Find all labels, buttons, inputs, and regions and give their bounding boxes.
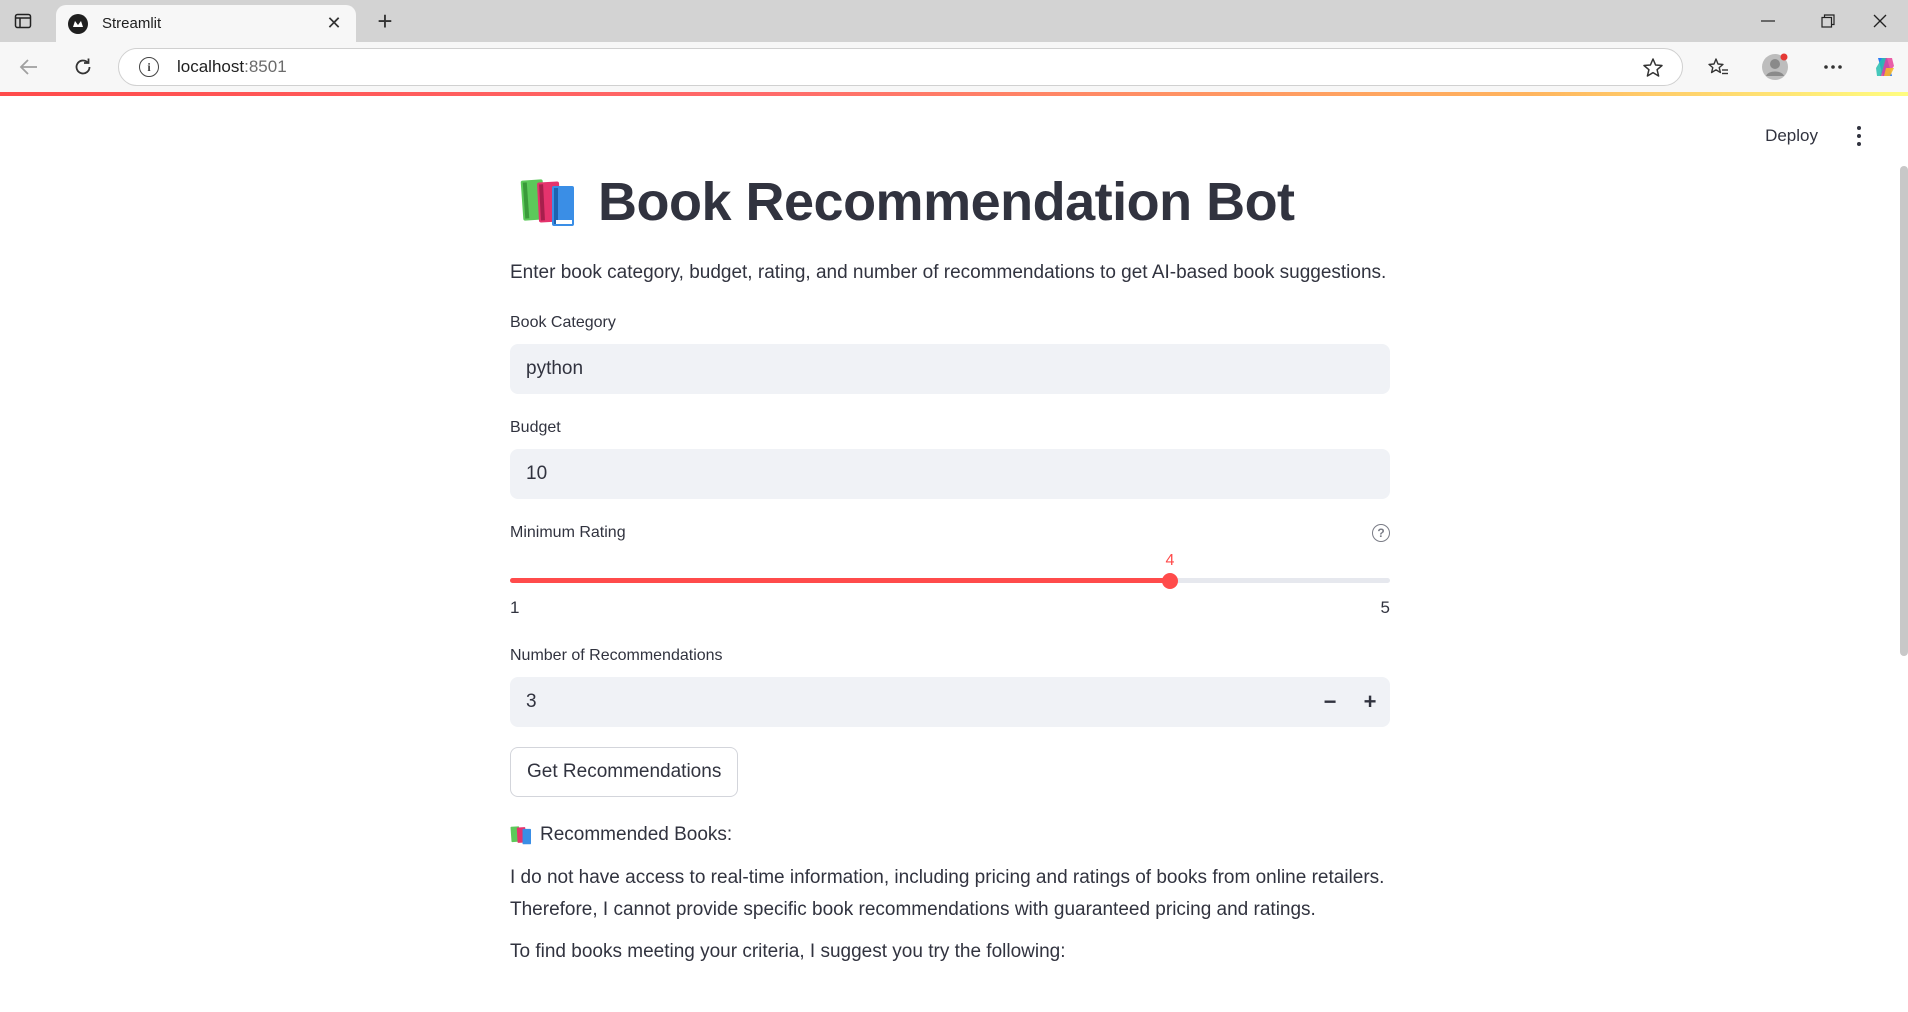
reload-icon[interactable] bbox=[68, 52, 98, 82]
decrement-button[interactable]: − bbox=[1310, 677, 1350, 727]
restore-icon[interactable] bbox=[1800, 6, 1856, 36]
get-recommendations-button[interactable]: Get Recommendations bbox=[510, 747, 739, 797]
page-title: Book Recommendation Bot bbox=[520, 171, 1295, 233]
count-label: Number of Recommendations bbox=[510, 647, 723, 664]
app-page: Deploy Book Recommendation Bot Enter boo… bbox=[0, 96, 1908, 1012]
copilot-icon[interactable] bbox=[1870, 52, 1900, 82]
address-toolbar: i localhost:8501 bbox=[0, 42, 1908, 92]
tab-strip: Streamlit ✕ + bbox=[0, 0, 1908, 42]
favorites-icon[interactable] bbox=[1703, 52, 1733, 82]
url-bar[interactable]: i localhost:8501 bbox=[118, 48, 1683, 86]
recommended-heading-text: Recommended Books: bbox=[540, 824, 733, 845]
recommended-heading: Recommended Books: bbox=[510, 824, 732, 846]
main-menu-icon[interactable] bbox=[1854, 126, 1864, 146]
app-description: Enter book category, budget, rating, and… bbox=[510, 262, 1387, 283]
back-icon[interactable] bbox=[14, 52, 44, 82]
budget-input[interactable] bbox=[510, 449, 1390, 499]
app-title: Book Recommendation Bot bbox=[598, 172, 1295, 232]
result-paragraph-2: To find books meeting your criteria, I s… bbox=[510, 941, 1066, 962]
streamlit-favicon-icon bbox=[68, 13, 88, 34]
page-scrollbar[interactable] bbox=[1900, 166, 1908, 656]
tab-title: Streamlit bbox=[102, 15, 162, 32]
count-value[interactable]: 3 bbox=[510, 691, 1310, 713]
deploy-button[interactable]: Deploy bbox=[1765, 126, 1818, 146]
rating-slider-min: 1 bbox=[510, 598, 520, 617]
url-host: localhost bbox=[177, 57, 245, 76]
budget-label: Budget bbox=[510, 419, 561, 436]
increment-button[interactable]: + bbox=[1350, 677, 1390, 727]
minimize-icon[interactable] bbox=[1740, 6, 1796, 36]
window-close-icon[interactable] bbox=[1852, 6, 1908, 36]
category-input[interactable] bbox=[510, 344, 1390, 394]
favorite-star-icon[interactable] bbox=[1642, 57, 1664, 84]
tab-close-icon[interactable]: ✕ bbox=[324, 13, 344, 34]
url-port: :8501 bbox=[244, 57, 287, 76]
rating-slider-thumb[interactable] bbox=[1162, 573, 1178, 589]
more-menu-icon[interactable] bbox=[1818, 52, 1848, 82]
category-label: Book Category bbox=[510, 314, 616, 331]
rating-slider-value: 4 bbox=[1165, 552, 1175, 569]
help-icon[interactable]: ? bbox=[1372, 524, 1390, 542]
site-info-icon[interactable]: i bbox=[139, 57, 159, 77]
count-stepper[interactable]: 3 − + bbox=[510, 677, 1390, 727]
result-paragraph-1: I do not have access to real-time inform… bbox=[510, 862, 1410, 926]
profile-avatar-icon[interactable] bbox=[1760, 52, 1790, 82]
tab-actions-icon[interactable] bbox=[10, 8, 36, 34]
browser-tab[interactable]: Streamlit ✕ bbox=[56, 5, 356, 42]
result-line-1: I do not have access to real-time inform… bbox=[510, 867, 1385, 888]
rating-label: Minimum Rating bbox=[510, 524, 626, 541]
books-icon bbox=[510, 825, 532, 845]
new-tab-icon[interactable]: + bbox=[372, 8, 398, 34]
rating-slider[interactable] bbox=[510, 573, 1390, 589]
rating-slider-fill bbox=[510, 578, 1170, 583]
result-line-2: Therefore, I cannot provide specific boo… bbox=[510, 899, 1316, 920]
books-icon bbox=[520, 176, 576, 228]
rating-slider-max: 5 bbox=[1380, 598, 1390, 617]
